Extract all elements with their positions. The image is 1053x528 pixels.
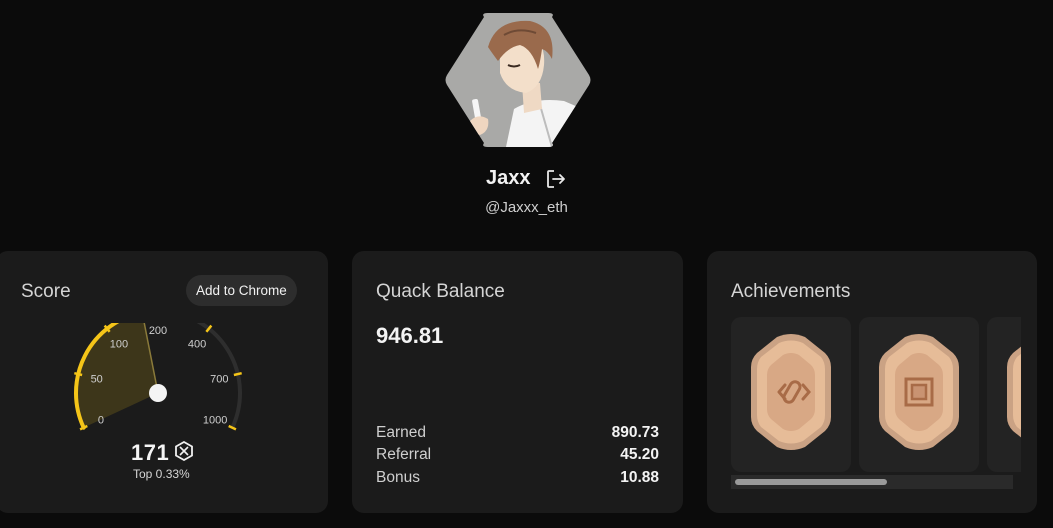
scrollbar-thumb[interactable] bbox=[735, 479, 887, 485]
gauge-tick-label: 0 bbox=[98, 415, 104, 427]
avatar bbox=[444, 13, 592, 147]
add-to-chrome-button[interactable]: Add to Chrome bbox=[186, 275, 297, 306]
gauge-tick-label: 700 bbox=[210, 373, 228, 385]
balance-row-bonus: Bonus 10.88 bbox=[376, 469, 659, 491]
achievements-scrollbar[interactable] bbox=[731, 475, 1013, 489]
gauge-tick bbox=[233, 371, 242, 377]
achievements-list[interactable] bbox=[731, 317, 1021, 474]
balance-row-label: Bonus bbox=[376, 469, 420, 486]
achievement-tile[interactable] bbox=[987, 317, 1021, 472]
score-value: 171 bbox=[131, 440, 170, 465]
gauge-tick-label: 100 bbox=[110, 339, 128, 351]
profile-handle: @Jaxxx_eth bbox=[485, 199, 568, 216]
balance-row-earned: Earned 890.73 bbox=[376, 424, 659, 446]
score-title: Score bbox=[21, 281, 71, 302]
logout-icon[interactable] bbox=[545, 168, 567, 190]
gauge-tick-label: 400 bbox=[188, 339, 206, 351]
profile-header: Jaxx @Jaxxx_eth bbox=[0, 0, 1053, 240]
profile-name: Jaxx bbox=[486, 167, 531, 189]
score-token-icon bbox=[174, 440, 194, 462]
badge-icon bbox=[1007, 346, 1021, 438]
balance-row-value: 10.88 bbox=[620, 469, 659, 486]
name-row: Jaxx bbox=[0, 167, 1053, 193]
balance-row-value: 890.73 bbox=[611, 424, 659, 441]
balance-row-referral: Referral 45.20 bbox=[376, 446, 659, 468]
gauge-tick-label: 200 bbox=[149, 325, 167, 337]
score-rank: Top 0.33% bbox=[133, 467, 190, 481]
balance-row-label: Referral bbox=[376, 446, 432, 463]
chain-link-badge-icon bbox=[751, 334, 831, 450]
achievements-card: Achievements bbox=[707, 251, 1037, 513]
balance-title: Quack Balance bbox=[376, 281, 505, 302]
gauge-needle-knob bbox=[149, 384, 167, 402]
gauge-tick-label: 50 bbox=[91, 373, 103, 385]
square-frame-badge-icon bbox=[879, 334, 959, 450]
score-card: Score Add to Chrome 0 50 100 200 400 700 1000 … bbox=[0, 251, 328, 513]
balance-row-value: 45.20 bbox=[620, 446, 659, 463]
achievements-title: Achievements bbox=[731, 281, 851, 302]
gauge-tick-label: 1000 bbox=[203, 415, 227, 427]
achievement-tile[interactable] bbox=[859, 317, 979, 472]
quack-balance-card: Quack Balance 946.81 Earned 890.73 Refer… bbox=[352, 251, 683, 513]
achievement-tile[interactable] bbox=[731, 317, 851, 472]
balance-row-label: Earned bbox=[376, 424, 426, 441]
balance-total: 946.81 bbox=[376, 323, 444, 348]
